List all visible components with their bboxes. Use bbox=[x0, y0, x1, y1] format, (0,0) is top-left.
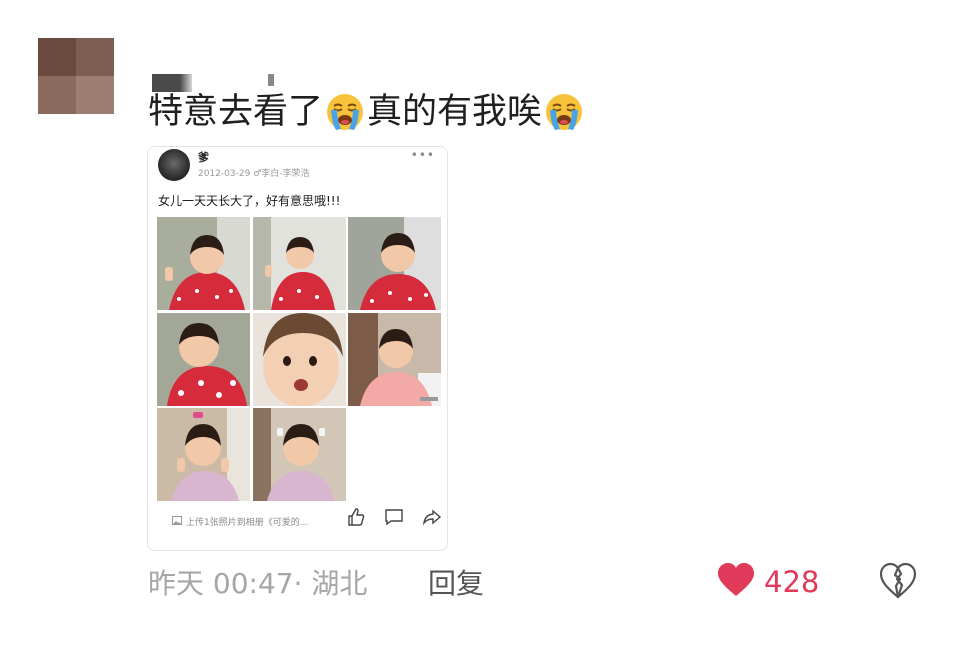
photo-thumbnail bbox=[157, 312, 250, 406]
post-meta: 2012-03-29 ♂李白-李荣浩 bbox=[198, 166, 310, 179]
shared-post-screenshot[interactable]: 爹 2012-03-29 ♂李白-李荣浩 ••• 女儿一天天长大了，好有意思哦!… bbox=[147, 146, 448, 551]
photo-thumbnail bbox=[348, 312, 441, 406]
post-footer-text: 上传1张照片到相册《可爱的... bbox=[186, 518, 309, 528]
photo-thumbnail bbox=[157, 217, 250, 310]
photo-thumbnail bbox=[252, 408, 346, 501]
broken-heart-icon[interactable] bbox=[878, 562, 918, 600]
like-icon[interactable] bbox=[346, 507, 366, 527]
more-options-icon: ••• bbox=[410, 148, 435, 162]
post-author-avatar bbox=[158, 149, 190, 181]
crying-face-icon bbox=[325, 92, 365, 132]
photo-grid bbox=[157, 217, 441, 501]
user-avatar[interactable] bbox=[38, 38, 114, 114]
comment-text-part2: 真的有我唉 bbox=[367, 92, 543, 132]
comment-body: 特意去看了 真的有我唉 bbox=[148, 90, 584, 134]
reply-button[interactable]: 回复 bbox=[428, 562, 484, 602]
photo-thumbnail bbox=[252, 217, 346, 310]
comment-text-part1: 特意去看了 bbox=[148, 92, 324, 132]
post-author-name: 爹 bbox=[198, 151, 209, 164]
post-actions bbox=[346, 507, 442, 527]
photo-thumbnail bbox=[252, 312, 346, 406]
photo-thumbnail bbox=[157, 408, 250, 501]
like-button[interactable]: 428 bbox=[716, 562, 819, 602]
comment-time-location: 昨天 00:47· 湖北 bbox=[148, 567, 368, 600]
heart-filled-icon[interactable] bbox=[716, 562, 756, 602]
photo-thumbnail bbox=[348, 217, 441, 310]
post-source: ♂李白-李荣浩 bbox=[253, 169, 310, 179]
post-date: 2012-03-29 bbox=[198, 169, 251, 179]
username-redacted-fragment bbox=[268, 74, 274, 86]
like-count: 428 bbox=[764, 565, 820, 599]
image-icon bbox=[172, 515, 182, 528]
post-text: 女儿一天天长大了，好有意思哦!!! bbox=[158, 194, 341, 208]
comment-icon[interactable] bbox=[384, 507, 404, 527]
post-footer: 上传1张照片到相册《可爱的... bbox=[172, 515, 308, 528]
share-icon[interactable] bbox=[422, 507, 442, 527]
crying-face-icon bbox=[544, 92, 584, 132]
